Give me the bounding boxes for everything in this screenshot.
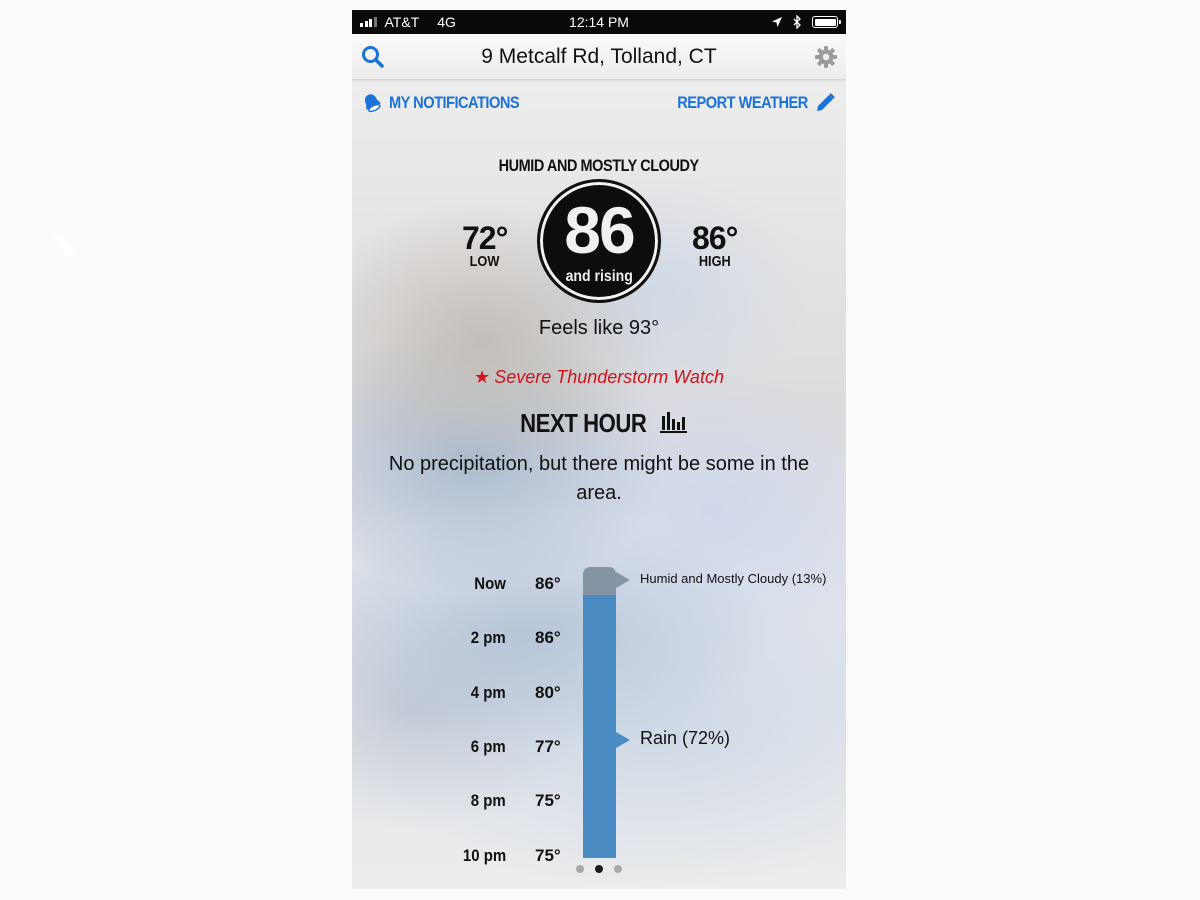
report-weather-button[interactable]: REPORT WEATHER [656,92,836,114]
report-weather-label: REPORT WEATHER [677,93,808,112]
search-icon[interactable] [360,44,386,70]
page-dot[interactable] [614,865,622,873]
alert-text: Severe Thunderstorm Watch [494,367,724,387]
timeline-temperature: 77° [535,736,561,756]
gear-icon[interactable] [814,45,838,69]
forecast-bar [583,567,616,858]
hourly-timeline[interactable]: Now 86° 2 pm 86° 4 pm 80° 6 pm 77° 8 pm 75° 10 pm 7… [352,555,846,875]
bar-segment-cloudy [583,567,616,595]
timeline-temperature: 86° [535,574,561,593]
timeline-temperature: 86° [535,628,561,648]
low-temperature: 72° LOW [462,220,508,270]
rain-pointer [616,731,630,748]
timeline-time: 6 pm [471,736,506,756]
nav-bar: 9 Metcalf Rd, Tolland, CT [352,34,846,80]
bluetooth-icon [793,15,801,29]
next-hour-heading[interactable]: NEXT HOUR [352,408,846,439]
phone-screen: AT&T 4G 12:14 PM 9 Metcalf Rd, Tolland, … [352,10,846,889]
action-row: MY NOTIFICATIONS REPORT WEATHER [352,90,846,118]
page-dot[interactable] [595,865,603,873]
cloudy-callout: Humid and Mostly Cloudy (13%) [640,570,827,586]
cloudy-pointer [616,571,630,588]
status-right [771,15,841,29]
severe-weather-alert[interactable]: ★ Severe Thunderstorm Watch [352,367,846,388]
signal-icon [360,17,377,27]
high-temperature: 86° HIGH [692,220,738,270]
background-artifact [53,233,77,261]
carrier-label: AT&T [384,14,420,30]
current-temperature: 86 [564,193,635,267]
page-dot[interactable] [576,865,584,873]
status-left: AT&T 4G [360,14,456,30]
next-hour-title: NEXT HOUR [520,408,647,438]
temperature-trend: and rising [565,268,633,285]
high-value: 86° [692,220,738,256]
timeline-time: 10 pm [462,845,506,865]
timeline-temperature: 80° [535,682,561,702]
my-notifications-label: MY NOTIFICATIONS [389,93,520,112]
timeline-time: 4 pm [471,682,506,702]
timeline-time: 8 pm [471,791,506,811]
low-label: LOW [469,253,500,270]
timeline-time: Now [474,574,506,593]
battery-icon [812,16,841,28]
bell-icon [364,94,381,113]
precipitation-summary: No precipitation, but there might be som… [388,453,810,504]
bar-segment-rain [583,594,616,858]
timeline-temperature: 75° [535,845,561,865]
high-label: HIGH [698,253,731,270]
page-indicator [352,865,846,873]
rain-callout: Rain (72%) [640,727,731,748]
timeline-temperature: 75° [535,791,561,811]
bar-chart-icon [659,412,687,433]
location-title: 9 Metcalf Rd, Tolland, CT [481,45,717,68]
current-temperature-circle[interactable]: 86 and rising [537,179,661,303]
feels-like: Feels like 93° [538,317,660,339]
network-label: 4G [437,14,456,30]
my-notifications-button[interactable]: MY NOTIFICATIONS [361,92,540,114]
timeline-time: 2 pm [471,628,506,648]
pencil-icon [817,93,835,111]
status-bar: AT&T 4G 12:14 PM [352,10,846,34]
location-arrow-icon [772,17,782,27]
condition-heading: HUMID AND MOSTLY CLOUDY [498,156,700,175]
low-value: 72° [462,220,508,256]
star-icon: ★ [474,367,491,387]
